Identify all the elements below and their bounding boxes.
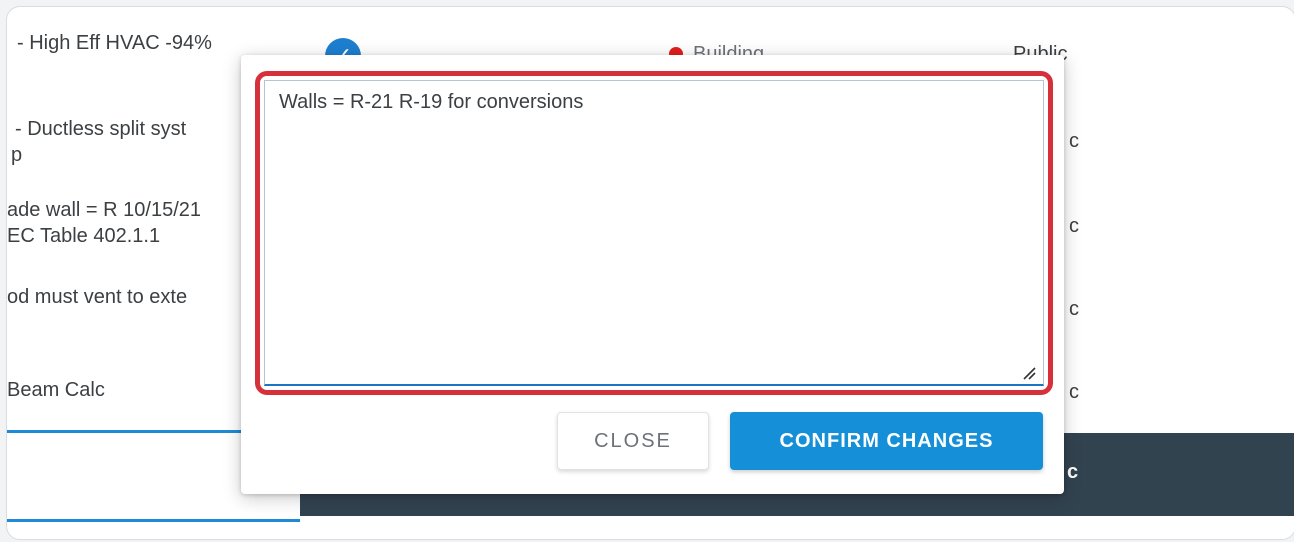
visibility-label-row-5: c — [1069, 381, 1079, 403]
visibility-label-row-4: c — [1069, 298, 1079, 320]
note-text-row-2: - Ductless split syst p — [11, 118, 187, 166]
note-text-row-4: od must vent to exte — [7, 286, 188, 308]
note-text-row-5: Beam Calc — [7, 379, 105, 401]
note-textarea[interactable]: Walls = R-21 R-19 for conversions — [264, 80, 1044, 386]
selected-row-visibility: c — [1067, 461, 1079, 483]
textarea-highlight: Walls = R-21 R-19 for conversions — [255, 71, 1053, 395]
confirm-changes-button[interactable]: CONFIRM CHANGES — [730, 412, 1043, 470]
note-text-row-3: ade wall = R 10/15/21 EC Table 402.1.1 — [7, 199, 202, 247]
resize-handle-icon[interactable] — [1022, 366, 1036, 380]
visibility-label-row-3: c — [1069, 215, 1079, 237]
close-button[interactable]: CLOSE — [557, 412, 709, 470]
note-text-row-1: - High Eff HVAC -94% — [17, 32, 212, 54]
edit-note-dialog: Walls = R-21 R-19 for conversions CLOSE … — [241, 55, 1064, 494]
visibility-label-row-2: c — [1069, 130, 1079, 152]
